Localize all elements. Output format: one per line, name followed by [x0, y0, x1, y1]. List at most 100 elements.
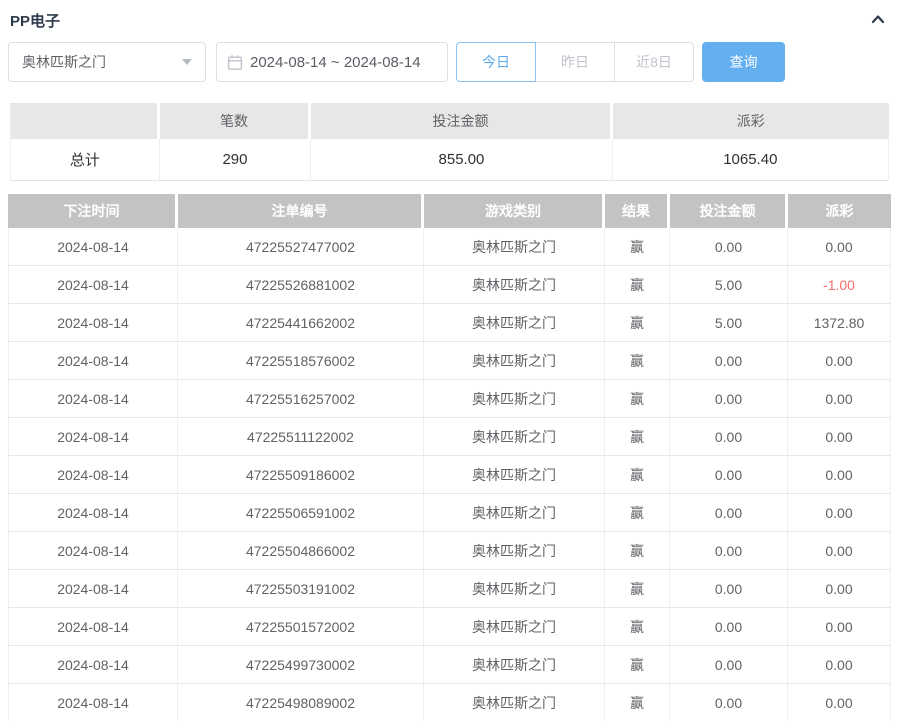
cell-bet-time: 2024-08-14	[8, 684, 178, 721]
cell-bet-time: 2024-08-14	[8, 646, 178, 684]
cell-result: 赢	[605, 684, 670, 721]
cell-bet-id: 47225501572002	[178, 608, 424, 646]
cell-bet-id: 47225499730002	[178, 646, 424, 684]
cell-payout: -1.00	[788, 266, 891, 304]
yesterday-button[interactable]: 昨日	[535, 42, 615, 82]
cell-bet-amount: 0.00	[670, 494, 788, 532]
table-row: 2024-08-14 47225499730002 奥林匹斯之门 赢 0.00 …	[8, 646, 891, 684]
cell-payout: 0.00	[788, 532, 891, 570]
cell-game-category: 奥林匹斯之门	[424, 608, 605, 646]
cell-bet-time: 2024-08-14	[8, 342, 178, 380]
cell-bet-time: 2024-08-14	[8, 228, 178, 266]
table-row: 2024-08-14 47225501572002 奥林匹斯之门 赢 0.00 …	[8, 608, 891, 646]
page-title: PP电子	[10, 10, 60, 31]
cell-bet-amount: 0.00	[670, 456, 788, 494]
cell-payout: 0.00	[788, 570, 891, 608]
cell-payout: 0.00	[788, 646, 891, 684]
cell-bet-amount: 0.00	[670, 228, 788, 266]
cell-bet-time: 2024-08-14	[8, 494, 178, 532]
cell-payout: 0.00	[788, 342, 891, 380]
cell-bet-amount: 0.00	[670, 608, 788, 646]
date-range-input[interactable]: 2024-08-14 ~ 2024-08-14	[216, 42, 448, 82]
cell-bet-time: 2024-08-14	[8, 608, 178, 646]
records-table-body: 2024-08-14 47225527477002 奥林匹斯之门 赢 0.00 …	[8, 228, 891, 721]
header-game-category: 游戏类别	[424, 194, 605, 228]
game-select[interactable]: 奥林匹斯之门	[8, 42, 206, 82]
cell-bet-time: 2024-08-14	[8, 456, 178, 494]
cell-game-category: 奥林匹斯之门	[424, 266, 605, 304]
table-row: 2024-08-14 47225526881002 奥林匹斯之门 赢 5.00 …	[8, 266, 891, 304]
cell-payout: 0.00	[788, 608, 891, 646]
game-select-value: 奥林匹斯之门	[22, 52, 106, 72]
cell-bet-id: 47225509186002	[178, 456, 424, 494]
calendar-icon	[227, 54, 243, 71]
cell-bet-id: 47225506591002	[178, 494, 424, 532]
cell-bet-id: 47225504866002	[178, 532, 424, 570]
cell-result: 赢	[605, 570, 670, 608]
cell-result: 赢	[605, 304, 670, 342]
cell-bet-time: 2024-08-14	[8, 570, 178, 608]
cell-result: 赢	[605, 228, 670, 266]
cell-bet-id: 47225511122002	[178, 418, 424, 456]
cell-bet-time: 2024-08-14	[8, 304, 178, 342]
cell-game-category: 奥林匹斯之门	[424, 646, 605, 684]
cell-bet-id: 47225518576002	[178, 342, 424, 380]
query-button[interactable]: 查询	[702, 42, 785, 82]
table-row: 2024-08-14 47225441662002 奥林匹斯之门 赢 5.00 …	[8, 304, 891, 342]
summary-table: 笔数 投注金额 派彩 总计 290 855.00 1065.40	[10, 103, 889, 181]
cell-payout: 0.00	[788, 494, 891, 532]
table-row: 2024-08-14 47225516257002 奥林匹斯之门 赢 0.00 …	[8, 380, 891, 418]
cell-result: 赢	[605, 418, 670, 456]
cell-result: 赢	[605, 646, 670, 684]
cell-bet-time: 2024-08-14	[8, 532, 178, 570]
cell-bet-amount: 0.00	[670, 418, 788, 456]
date-range-value: 2024-08-14 ~ 2024-08-14	[250, 54, 421, 71]
summary-header-count: 笔数	[160, 103, 312, 139]
cell-result: 赢	[605, 532, 670, 570]
records-table: 下注时间 注单编号 游戏类别 结果 投注金额 派彩 2024-08-14 472…	[8, 194, 891, 721]
cell-bet-id: 47225503191002	[178, 570, 424, 608]
cell-bet-amount: 0.00	[670, 342, 788, 380]
last-8-days-button[interactable]: 近8日	[614, 42, 694, 82]
cell-game-category: 奥林匹斯之门	[424, 418, 605, 456]
cell-bet-amount: 5.00	[670, 304, 788, 342]
cell-payout: 1372.80	[788, 304, 891, 342]
cell-result: 赢	[605, 342, 670, 380]
cell-result: 赢	[605, 494, 670, 532]
chevron-up-icon	[869, 11, 887, 30]
summary-count-value: 290	[160, 139, 312, 181]
summary-total-row: 总计 290 855.00 1065.40	[10, 139, 889, 181]
cell-game-category: 奥林匹斯之门	[424, 684, 605, 721]
cell-game-category: 奥林匹斯之门	[424, 228, 605, 266]
cell-game-category: 奥林匹斯之门	[424, 304, 605, 342]
table-row: 2024-08-14 47225506591002 奥林匹斯之门 赢 0.00 …	[8, 494, 891, 532]
cell-result: 赢	[605, 380, 670, 418]
cell-bet-amount: 0.00	[670, 684, 788, 721]
summary-bet-amount-value: 855.00	[311, 139, 612, 181]
cell-bet-amount: 5.00	[670, 266, 788, 304]
table-row: 2024-08-14 47225503191002 奥林匹斯之门 赢 0.00 …	[8, 570, 891, 608]
collapse-toggle-button[interactable]	[869, 11, 887, 30]
cell-payout: 0.00	[788, 456, 891, 494]
records-header-row: 下注时间 注单编号 游戏类别 结果 投注金额 派彩	[8, 194, 891, 228]
header-bet-amount: 投注金额	[670, 194, 788, 228]
filter-controls: 奥林匹斯之门 2024-08-14 ~ 2024-08-14 今日 昨日 近8日…	[8, 42, 891, 82]
today-button[interactable]: 今日	[456, 42, 536, 82]
cell-result: 赢	[605, 456, 670, 494]
summary-header-payout: 派彩	[613, 103, 889, 139]
cell-bet-id: 47225527477002	[178, 228, 424, 266]
table-row: 2024-08-14 47225518576002 奥林匹斯之门 赢 0.00 …	[8, 342, 891, 380]
cell-bet-amount: 0.00	[670, 532, 788, 570]
cell-bet-id: 47225441662002	[178, 304, 424, 342]
summary-payout-value: 1065.40	[613, 139, 889, 181]
table-row: 2024-08-14 47225498089002 奥林匹斯之门 赢 0.00 …	[8, 684, 891, 721]
cell-bet-time: 2024-08-14	[8, 380, 178, 418]
cell-game-category: 奥林匹斯之门	[424, 456, 605, 494]
cell-payout: 0.00	[788, 228, 891, 266]
cell-bet-id: 47225526881002	[178, 266, 424, 304]
caret-down-icon	[182, 59, 192, 65]
cell-game-category: 奥林匹斯之门	[424, 494, 605, 532]
table-row: 2024-08-14 47225509186002 奥林匹斯之门 赢 0.00 …	[8, 456, 891, 494]
summary-header-row: 笔数 投注金额 派彩	[10, 103, 889, 139]
cell-bet-time: 2024-08-14	[8, 266, 178, 304]
